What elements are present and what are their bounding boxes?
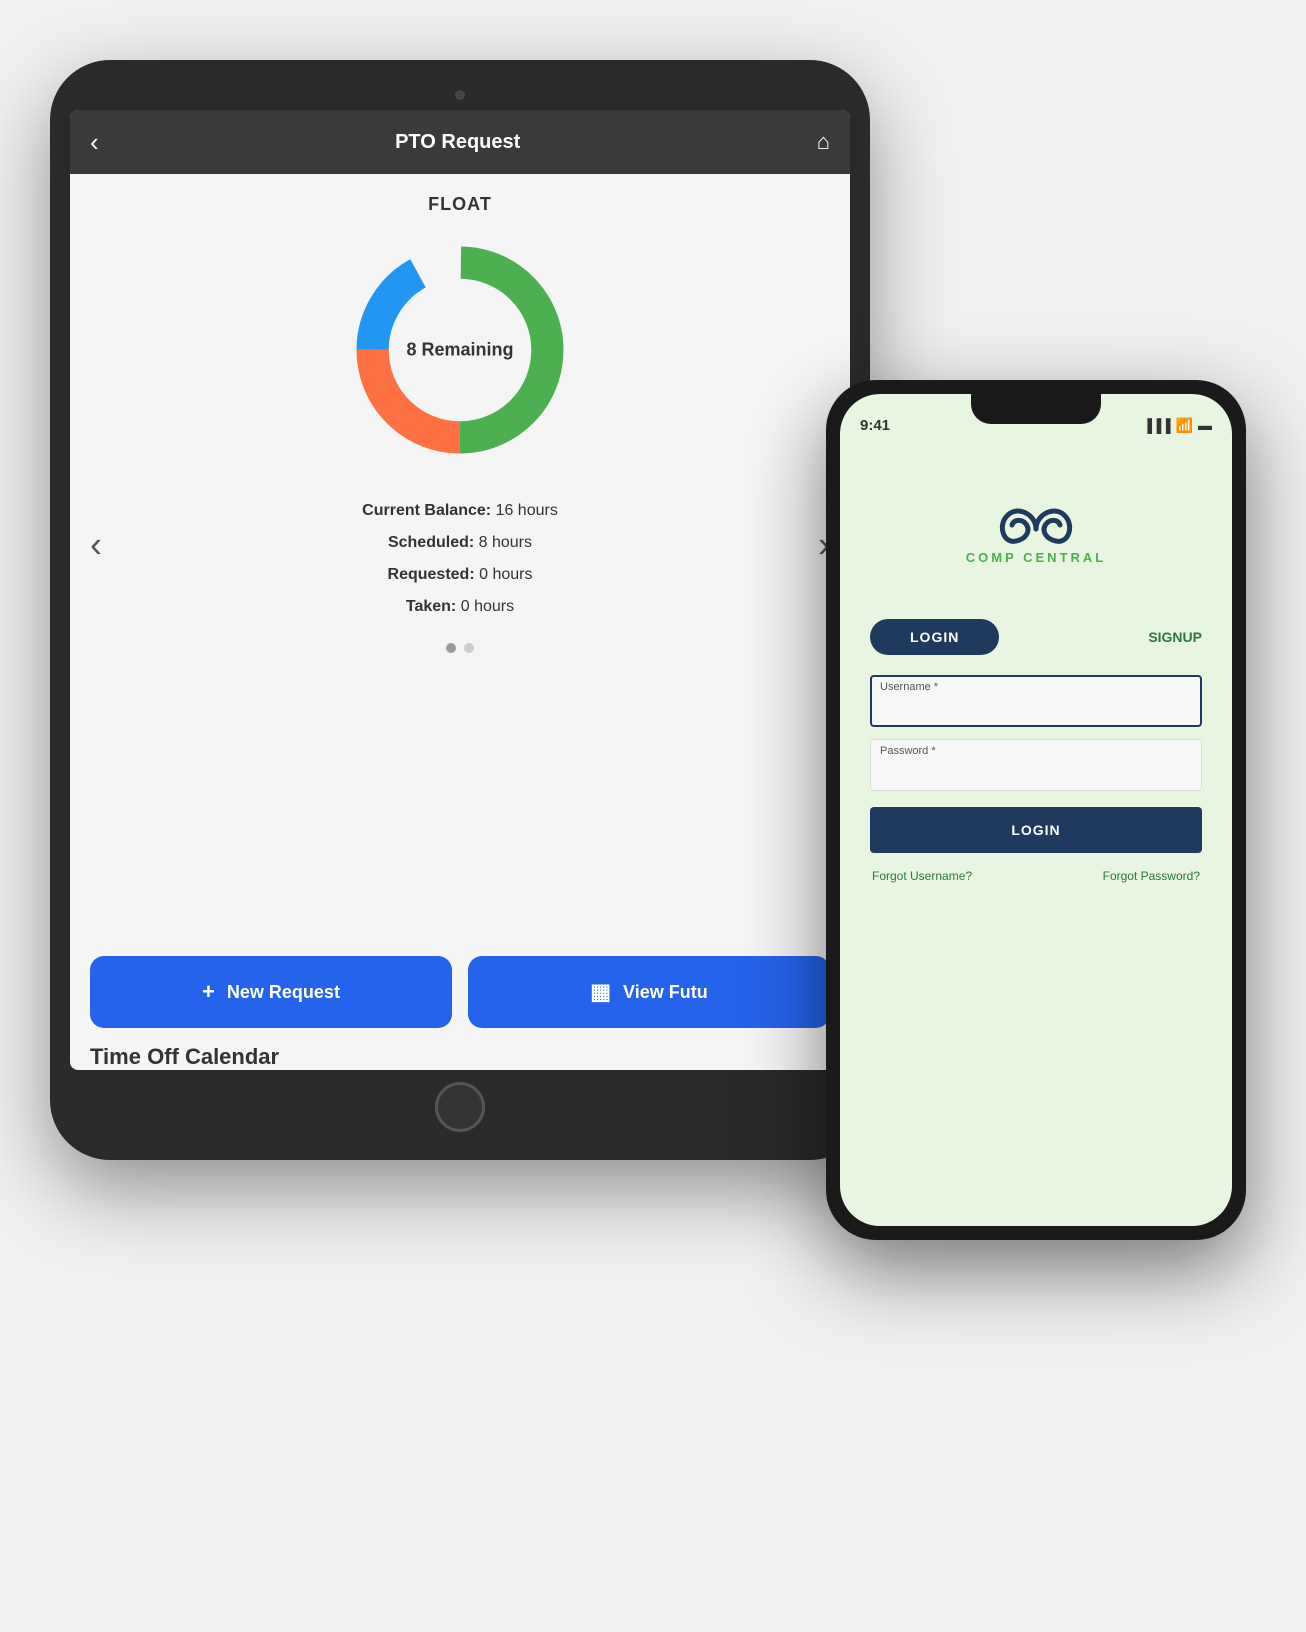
password-group: Password * (870, 739, 1202, 791)
float-label: FLOAT (428, 194, 492, 215)
action-buttons: + New Request ▦ View Futu (70, 940, 850, 1044)
signup-tab[interactable]: SIGNUP (1148, 629, 1202, 645)
phone-time: 9:41 (860, 417, 890, 434)
phone-status-icons: ▐▐▐ 📶 ▬ (1143, 417, 1212, 434)
requested-row: Requested: 0 hours (362, 559, 558, 591)
wifi-icon: 📶 (1176, 417, 1193, 434)
taken-row: Taken: 0 hours (362, 591, 558, 623)
signal-icon: ▐▐▐ (1143, 418, 1171, 433)
taken-value: 0 hours (461, 598, 514, 615)
phone-notch (971, 394, 1101, 424)
login-tab[interactable]: LOGIN (870, 619, 999, 655)
forgot-username-link[interactable]: Forgot Username? (872, 869, 972, 883)
login-button[interactable]: LOGIN (870, 807, 1202, 853)
plus-icon: + (202, 979, 215, 1005)
scheduled-label: Scheduled: (388, 534, 474, 551)
current-balance-label: Current Balance: (362, 502, 491, 519)
current-balance-value: 16 hours (496, 502, 558, 519)
tablet-home-button[interactable] (435, 1082, 485, 1132)
calendar-icon: ▦ (590, 979, 611, 1005)
requested-value: 0 hours (479, 566, 532, 583)
balance-info: Current Balance: 16 hours Scheduled: 8 h… (362, 495, 558, 623)
comp-central-logo: COMP CENTRAL (936, 494, 1136, 574)
back-button[interactable]: ‹ (90, 127, 99, 158)
auth-tabs: LOGIN SIGNUP (860, 619, 1212, 655)
donut-chart: 8 Remaining (345, 235, 575, 465)
requested-label: Requested: (388, 566, 475, 583)
tablet-camera (455, 90, 465, 100)
time-off-section: Time Off Calendar (70, 1044, 850, 1070)
scheduled-value: 8 hours (479, 534, 532, 551)
tablet-screen: ‹ PTO Request ⌂ FLOAT ‹ › (70, 110, 850, 1070)
donut-center: 8 Remaining (406, 340, 513, 361)
logo-area: COMP CENTRAL (936, 494, 1136, 579)
forgot-links: Forgot Username? Forgot Password? (870, 869, 1202, 883)
new-request-button[interactable]: + New Request (90, 956, 452, 1028)
battery-icon: ▬ (1198, 417, 1212, 433)
scheduled-row: Scheduled: 8 hours (362, 527, 558, 559)
username-group: Username * (870, 675, 1202, 727)
forgot-password-link[interactable]: Forgot Password? (1103, 869, 1200, 883)
view-future-label: View Futu (623, 982, 708, 1003)
svg-text:COMP CENTRAL: COMP CENTRAL (966, 550, 1106, 565)
username-label: Username * (880, 681, 938, 693)
dot-1 (446, 643, 456, 653)
current-balance-row: Current Balance: 16 hours (362, 495, 558, 527)
phone-screen: 9:41 ▐▐▐ 📶 ▬ C (840, 394, 1232, 1226)
phone-content: COMP CENTRAL LOGIN SIGNUP Username * Pas… (840, 444, 1232, 1226)
phone-device: 9:41 ▐▐▐ 📶 ▬ C (826, 380, 1246, 1240)
prev-arrow[interactable]: ‹ (90, 523, 102, 565)
remaining-text: 8 Remaining (406, 340, 513, 360)
password-label: Password * (880, 745, 936, 757)
page-title: PTO Request (395, 131, 520, 154)
login-form: Username * Password * LOGIN Forgot Usern… (860, 675, 1212, 883)
dot-2 (464, 643, 474, 653)
page-dots (446, 643, 474, 653)
tablet-device: ‹ PTO Request ⌂ FLOAT ‹ › (50, 60, 870, 1160)
taken-label: Taken: (406, 598, 456, 615)
time-off-title: Time Off Calendar (90, 1044, 279, 1069)
new-request-label: New Request (227, 982, 340, 1003)
tablet-content: FLOAT ‹ › 8 Remaining (70, 174, 850, 940)
tablet-header: ‹ PTO Request ⌂ (70, 110, 850, 174)
home-icon[interactable]: ⌂ (817, 129, 830, 155)
view-future-button[interactable]: ▦ View Futu (468, 956, 830, 1028)
